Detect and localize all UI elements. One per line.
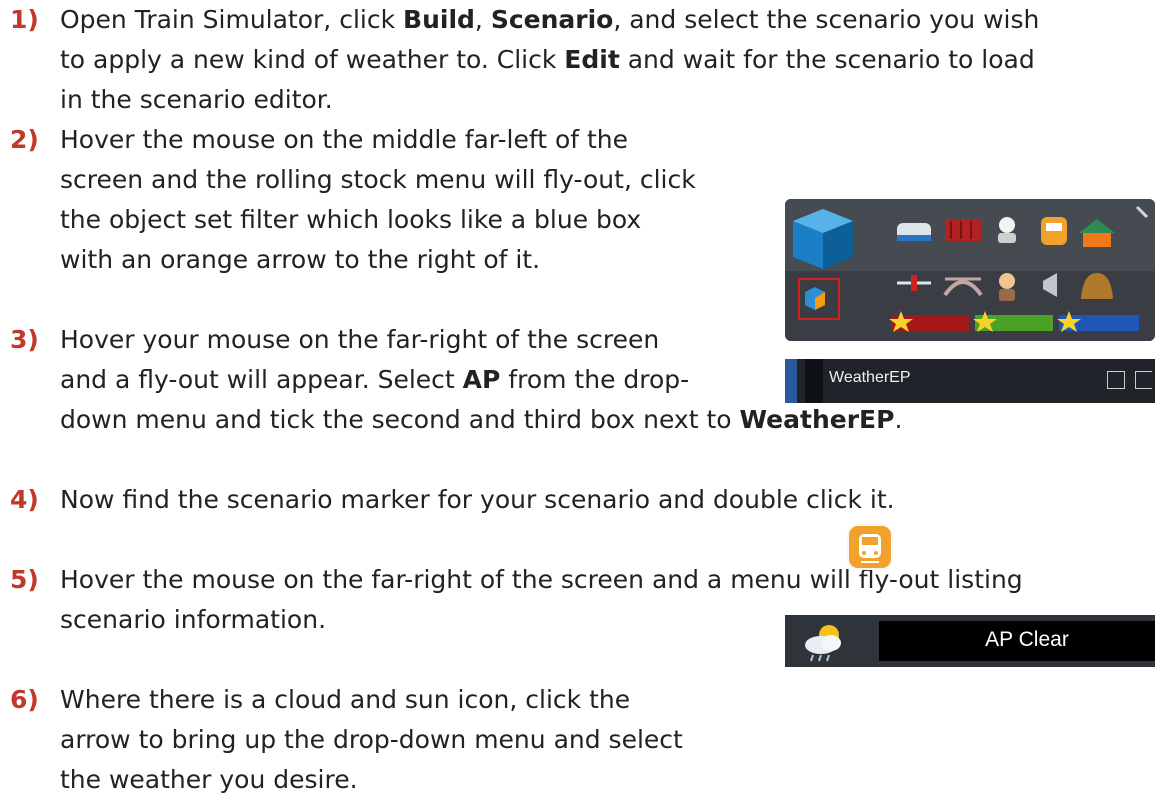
step-text-line: with an orange arrow to the right of it. xyxy=(60,240,696,280)
step-text-segment: scenario information. xyxy=(60,605,327,634)
step-number: 1) xyxy=(10,5,39,34)
step-text-line: in the scenario editor. xyxy=(60,80,1039,120)
step-text-segment: arrow to bring up the drop-down menu and… xyxy=(60,725,683,754)
train-marker-icon xyxy=(1041,217,1067,245)
cloud-sun-icon xyxy=(805,625,841,662)
step-bold-term: Edit xyxy=(564,45,620,74)
step-bold-term: Scenario xyxy=(490,5,614,34)
weather-dropdown-value: AP Clear xyxy=(985,628,1069,651)
step-text-segment: Hover the mouse on the middle far-left o… xyxy=(60,125,629,154)
scenario-marker-icon xyxy=(849,526,891,568)
step-text-line: Hover your mouse on the far-right of the… xyxy=(60,320,902,360)
step-number: 5) xyxy=(10,565,39,594)
step-text-segment: Hover your mouse on the far-right of the… xyxy=(60,325,660,354)
step-text-segment: with an orange arrow to the right of it. xyxy=(60,245,541,274)
step-text-line: the weather you desire. xyxy=(60,760,683,800)
object-filter-screenshot: WeatherEP xyxy=(785,359,1155,403)
step-text-segment: in the scenario editor. xyxy=(60,85,333,114)
instruction-page: 1) Open Train Simulator, click Build, Sce… xyxy=(0,0,1155,794)
step-text-segment: , xyxy=(474,5,491,34)
step-text-segment: , and select the scenario you wish xyxy=(613,5,1040,34)
step-text-segment: . xyxy=(894,405,903,434)
step-text-line: Hover the mouse on the middle far-left o… xyxy=(60,120,696,160)
step-text: Open Train Simulator, click Build, Scena… xyxy=(60,0,1039,120)
step-text-line: down menu and tick the second and third … xyxy=(60,400,902,440)
step-text-segment: down menu and tick the second and third … xyxy=(60,405,740,434)
step-text-line: screen and the rolling stock menu will f… xyxy=(60,160,696,200)
step-text-segment: Open Train Simulator, click xyxy=(60,5,404,34)
wagon-icon xyxy=(945,219,981,241)
step-text-segment: screen and the rolling stock menu will f… xyxy=(60,165,696,194)
step-text-segment: the weather you desire. xyxy=(60,765,358,794)
step-text-line: Open Train Simulator, click Build, Scena… xyxy=(60,0,1039,40)
step-text: Hover your mouse on the far-right of the… xyxy=(60,320,902,440)
step-number: 3) xyxy=(10,325,39,354)
step-text-line: arrow to bring up the drop-down menu and… xyxy=(60,720,683,760)
step-text-line: Where there is a cloud and sun icon, cli… xyxy=(60,680,683,720)
step-bold-term: AP xyxy=(462,365,501,394)
step-text-line: the object set filter which looks like a… xyxy=(60,200,696,240)
step-text-segment: Where there is a cloud and sun icon, cli… xyxy=(60,685,631,714)
step-text: Hover the mouse on the middle far-left o… xyxy=(60,120,696,280)
filter-row-label: WeatherEP xyxy=(829,369,911,386)
rolling-stock-menu-screenshot xyxy=(785,199,1155,341)
step-text-segment: and wait for the scenario to load xyxy=(619,45,1035,74)
filter-side-bar xyxy=(785,359,797,403)
filter-checkbox[interactable] xyxy=(1107,371,1125,389)
step-number: 2) xyxy=(10,125,39,154)
object-set-cube-icon xyxy=(793,209,853,269)
step-number: 6) xyxy=(10,685,39,714)
step-number: 4) xyxy=(10,485,39,514)
step-text: Where there is a cloud and sun icon, cli… xyxy=(60,680,683,800)
step-text-line: to apply a new kind of weather to. Click… xyxy=(60,40,1039,80)
filter-checkbox[interactable] xyxy=(1135,371,1152,389)
step-text-segment: from the drop- xyxy=(500,365,690,394)
step-text-segment: Now find the scenario marker for your sc… xyxy=(60,485,895,514)
locomotive-icon xyxy=(897,223,931,241)
step-text-segment: to apply a new kind of weather to. Click xyxy=(60,45,565,74)
step-text-segment: Hover the mouse on the far-right of the … xyxy=(60,565,1023,594)
step-bold-term: WeatherEP xyxy=(739,405,895,434)
weather-selector-screenshot: AP Clear xyxy=(785,615,1155,667)
step-bold-term: Build xyxy=(403,5,475,34)
step-text-line: and a fly-out will appear. Select AP fro… xyxy=(60,360,902,400)
weather-dropdown[interactable]: AP Clear xyxy=(879,621,1155,661)
step-text-segment: and a fly-out will appear. Select xyxy=(60,365,463,394)
rolling-stock-menu-graphic xyxy=(785,199,1155,341)
step-text-segment: the object set filter which looks like a… xyxy=(60,205,642,234)
step-text-line: Now find the scenario marker for your sc… xyxy=(60,480,895,520)
step-text: Now find the scenario marker for your sc… xyxy=(60,480,895,520)
